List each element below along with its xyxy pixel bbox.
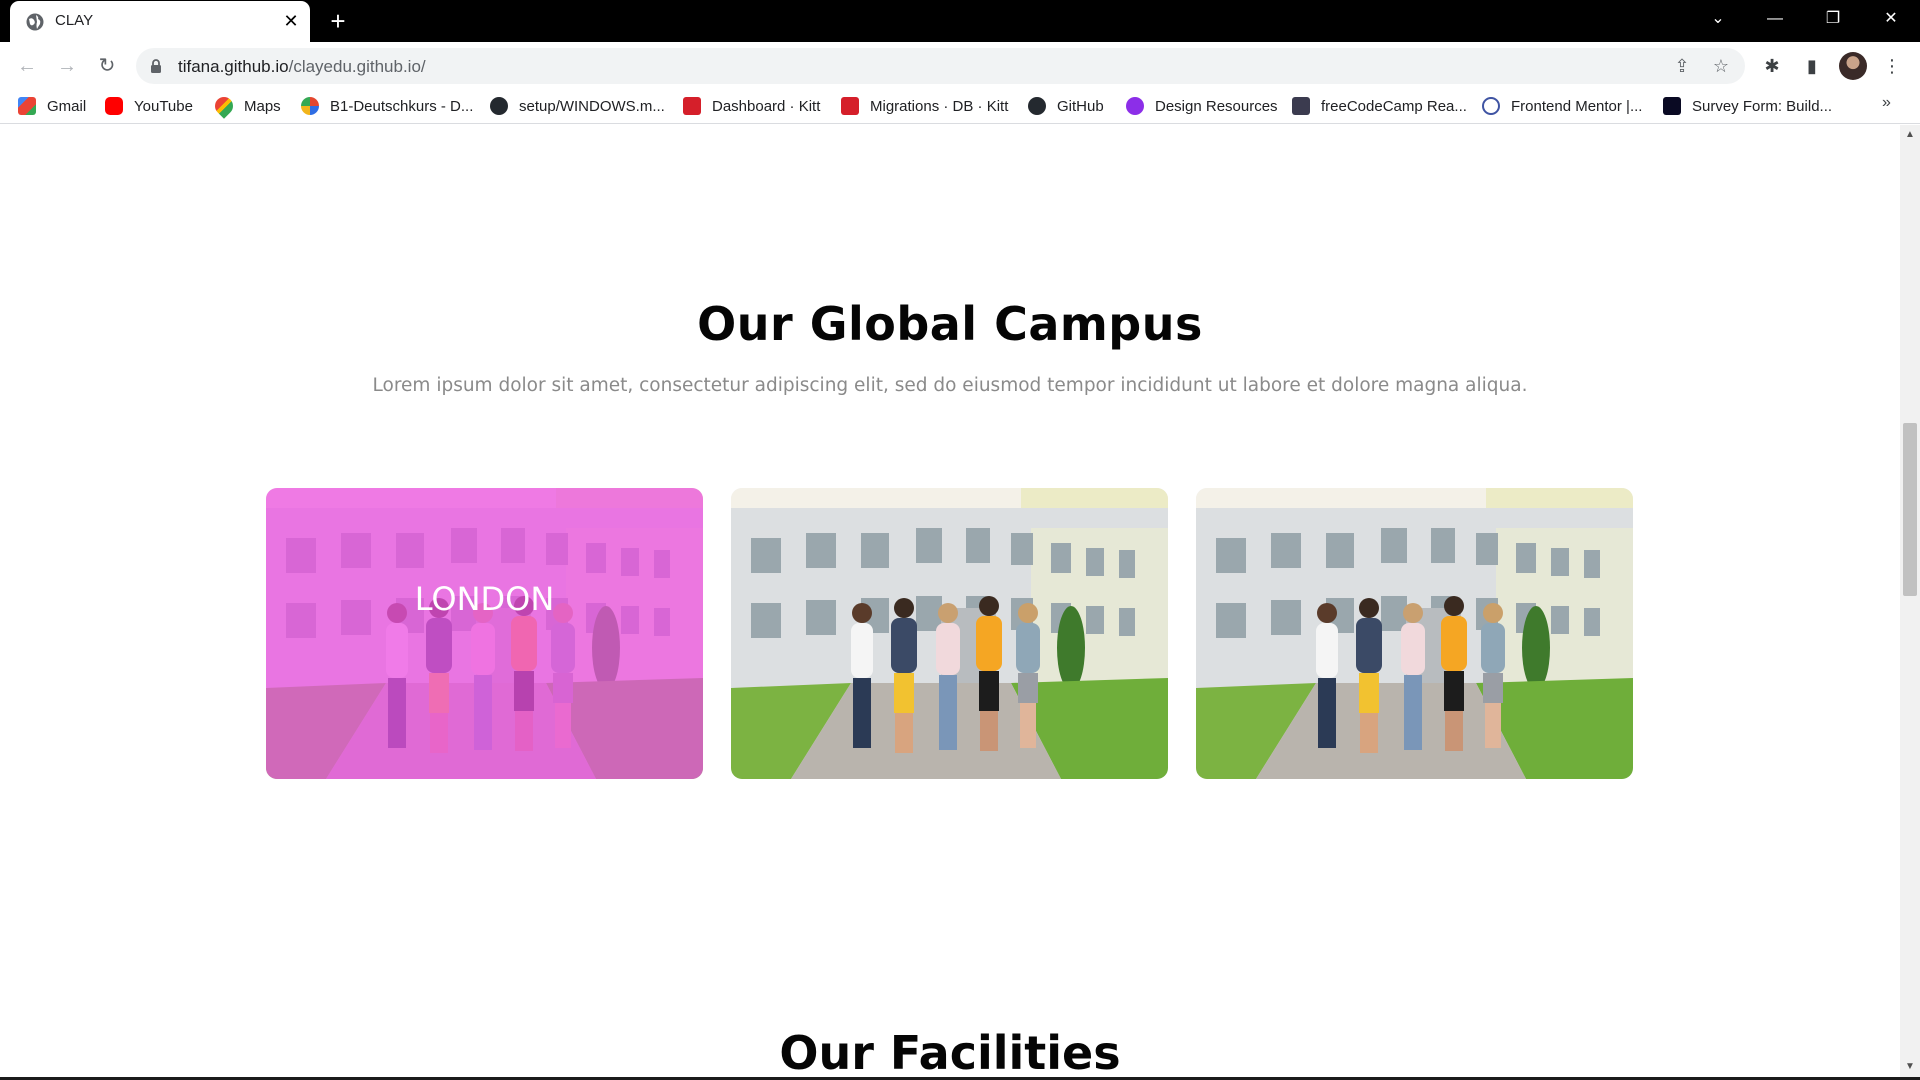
- extensions-icon[interactable]: ✱: [1759, 53, 1785, 79]
- bookmark-freecodecamp[interactable]: freeCodeCamp Rea...: [1292, 95, 1467, 117]
- bookmark-label: Survey Form: Build...: [1692, 97, 1833, 115]
- browser-tab[interactable]: CLAY ✕: [10, 1, 310, 42]
- tab-search-icon[interactable]: ⌄: [1695, 0, 1741, 38]
- side-panel-icon[interactable]: ▮: [1799, 53, 1825, 79]
- profile-avatar[interactable]: [1839, 52, 1867, 80]
- kitt-icon: [683, 97, 701, 115]
- bookmark-label: B1-Deutschkurs - D...: [330, 97, 474, 115]
- page-scrollbar[interactable]: ▲ ▼: [1900, 125, 1920, 1080]
- bookmark-label: freeCodeCamp Rea...: [1321, 97, 1467, 115]
- bookmark-github[interactable]: GitHub: [1028, 95, 1104, 117]
- bookmark-deutschkurs[interactable]: B1-Deutschkurs - D...: [301, 95, 473, 117]
- reload-icon[interactable]: ↻: [92, 51, 122, 81]
- url-host: tifana.github.io: [178, 57, 289, 76]
- bookmark-migrations-kitt[interactable]: Migrations · DB · Kitt: [841, 95, 1008, 117]
- github-icon: [490, 97, 508, 115]
- globe-icon: [26, 13, 44, 31]
- bookmark-label: Migrations · DB · Kitt: [870, 97, 1009, 115]
- bookmarks-bar: Gmail YouTube Maps B1-Deutschkurs - D...…: [0, 88, 1920, 124]
- scroll-thumb[interactable]: [1903, 423, 1917, 596]
- campus-photo: [731, 488, 1168, 779]
- menu-icon[interactable]: ⋮: [1879, 53, 1905, 79]
- campus-card[interactable]: [731, 488, 1168, 779]
- bookmark-gmail[interactable]: Gmail: [18, 95, 86, 117]
- restore-icon[interactable]: ❐: [1810, 0, 1856, 38]
- browser-toolbar: ← → ↻ tifana.github.io/clayedu.github.io…: [0, 42, 1920, 88]
- bookmark-frontend-mentor[interactable]: Frontend Mentor |...: [1482, 95, 1642, 117]
- address-bar[interactable]: tifana.github.io/clayedu.github.io/ ⇪ ☆: [136, 48, 1745, 84]
- freecodecamp-icon: [1663, 97, 1681, 115]
- bookmark-label: GitHub: [1057, 97, 1104, 115]
- bookmark-design-resources[interactable]: Design Resources: [1126, 95, 1278, 117]
- more-bookmarks-icon[interactable]: »: [1882, 94, 1891, 112]
- facilities-title: Our Facilities: [779, 1026, 1121, 1080]
- global-campus-title: Our Global Campus: [697, 297, 1203, 351]
- bookmark-star-icon[interactable]: ☆: [1710, 55, 1732, 77]
- global-campus-description: Lorem ipsum dolor sit amet, consectetur …: [372, 375, 1528, 396]
- campus-photo: [1196, 488, 1633, 779]
- scroll-down-icon[interactable]: ▼: [1905, 1061, 1915, 1072]
- bookmark-dashboard-kitt[interactable]: Dashboard · Kitt: [683, 95, 820, 117]
- frontend-mentor-icon: [1482, 97, 1500, 115]
- kitt-icon: [841, 97, 859, 115]
- tab-title: CLAY: [55, 12, 94, 29]
- deutschkurs-icon: [301, 97, 319, 115]
- bookmark-label: Dashboard · Kitt: [712, 97, 821, 115]
- close-window-icon[interactable]: ✕: [1868, 0, 1914, 38]
- scroll-up-icon[interactable]: ▲: [1905, 129, 1915, 140]
- bookmark-setup-windows[interactable]: setup/WINDOWS.m...: [490, 95, 665, 117]
- bookmark-label: Design Resources: [1155, 97, 1278, 115]
- share-icon[interactable]: ⇪: [1671, 55, 1693, 77]
- back-icon[interactable]: ←: [12, 51, 42, 81]
- close-tab-icon[interactable]: ✕: [280, 10, 302, 32]
- page-content: Our Global Campus Lorem ipsum dolor sit …: [0, 125, 1900, 1080]
- design-resources-icon: [1126, 97, 1144, 115]
- campus-card-label: LONDON: [414, 580, 555, 618]
- bookmark-maps[interactable]: Maps: [211, 93, 281, 119]
- bookmark-label: Frontend Mentor |...: [1511, 97, 1643, 115]
- youtube-icon: [105, 97, 123, 115]
- freecodecamp-icon: [1292, 97, 1310, 115]
- minimize-icon[interactable]: —: [1752, 0, 1798, 38]
- url-path: /clayedu.github.io/: [288, 57, 426, 76]
- lock-icon: [151, 59, 161, 73]
- bookmark-survey-form[interactable]: Survey Form: Build...: [1663, 95, 1832, 117]
- gmail-icon: [18, 97, 36, 115]
- new-tab-icon[interactable]: +: [325, 8, 351, 34]
- campus-card-london[interactable]: LONDON: [266, 488, 703, 779]
- bookmark-label: setup/WINDOWS.m...: [519, 97, 665, 115]
- bookmark-youtube[interactable]: YouTube: [105, 95, 193, 117]
- campus-card[interactable]: [1196, 488, 1633, 779]
- bookmark-label: Maps: [244, 97, 281, 115]
- github-icon: [1028, 97, 1046, 115]
- bookmark-label: Gmail: [47, 97, 87, 115]
- campus-card-overlay: [266, 488, 703, 779]
- url-text: tifana.github.io/clayedu.github.io/: [178, 57, 426, 77]
- bookmark-label: YouTube: [134, 97, 193, 115]
- tab-strip: CLAY ✕ + ⌄ — ❐ ✕: [0, 0, 1920, 42]
- forward-icon[interactable]: →: [52, 51, 82, 81]
- maps-icon: [211, 93, 237, 119]
